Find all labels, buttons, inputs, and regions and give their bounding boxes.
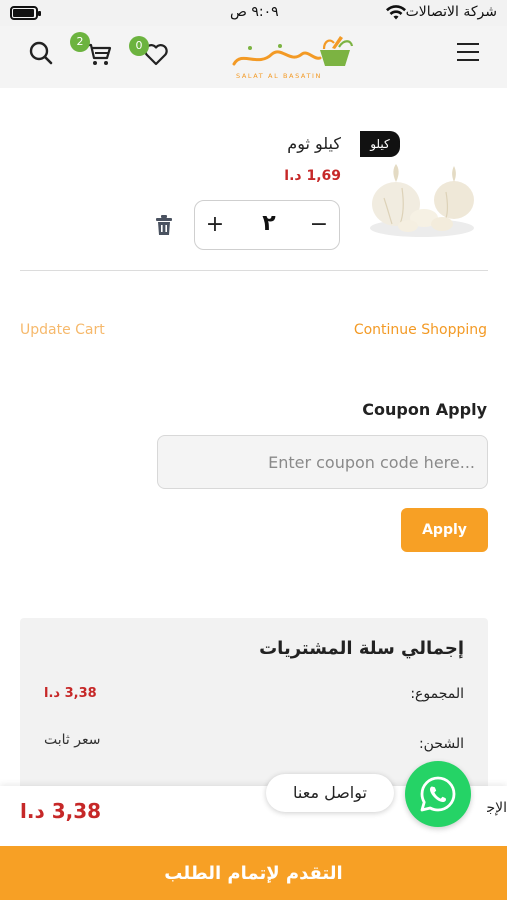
battery-icon [10,6,41,20]
quantity-stepper: + ٢ − [194,200,340,250]
wishlist-count-badge: 0 [129,36,149,56]
product-image-garlic [370,164,474,237]
subtotal-label: المجموع: [410,686,464,702]
menu-icon [457,43,479,45]
logo-tagline: SALAT AL BASATIN [236,72,322,80]
whatsapp-button[interactable] [405,761,471,827]
whatsapp-icon [420,776,456,812]
checkout-button[interactable]: التقدم لإتمام الطلب [0,846,507,900]
brand-logo[interactable]: SALAT AL BASATIN [228,30,358,84]
status-bar: ٩:٠٩ ص شركة الاتصالات [0,0,507,26]
carrier-name: شركة الاتصالات [405,4,497,20]
apply-coupon-button[interactable]: Apply [401,508,488,552]
wifi-icon [386,5,406,20]
section-divider [20,270,488,271]
product-price: 1,69 د.ا [284,168,341,184]
update-cart-link[interactable]: Update Cart [20,322,105,338]
order-total-label: الإجمالي: [487,800,507,816]
continue-shopping-link[interactable]: Continue Shopping [354,322,487,338]
decrease-quantity-button[interactable]: − [305,211,333,239]
coupon-input[interactable] [157,435,488,489]
cart-count-badge: 2 [70,32,90,52]
quantity-value[interactable]: ٢ [249,209,289,239]
trash-icon [156,215,172,235]
totals-title: إجمالي سلة المشتريات [259,638,464,659]
subtotal-value: 3,38 د.ا [44,686,97,701]
status-time: ٩:٠٩ ص [230,4,279,20]
product-name[interactable]: كيلو ثوم [287,134,341,153]
search-button[interactable] [26,38,56,68]
coupon-title: Coupon Apply [362,400,487,419]
increase-quantity-button[interactable]: + [201,211,229,239]
unit-badge: كيلو [360,131,400,157]
menu-button[interactable] [457,42,479,62]
order-total-value: 3,38 د.ا [20,799,102,823]
contact-us-label[interactable]: تواصل معنا [266,774,394,812]
search-icon [29,41,53,65]
app-header: 2 0 SALAT AL BASATIN [0,26,507,88]
shipping-value: سعر ثابت [44,732,101,748]
remove-item-button[interactable] [154,214,174,236]
shipping-label: الشحن: [418,736,464,752]
